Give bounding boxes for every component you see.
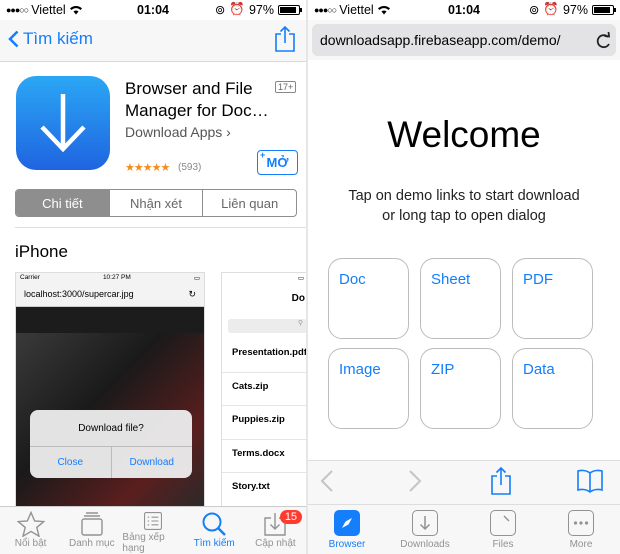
platform-heading: iPhone <box>15 242 68 261</box>
star-icon <box>16 511 45 537</box>
list-icon <box>144 512 162 530</box>
updates-badge: 15 <box>279 510 303 524</box>
lock-rotation-icon: ⊚ <box>528 3 540 17</box>
more-icon <box>568 510 594 536</box>
screenshot-status-bar: ▭ <box>297 275 304 282</box>
dialog-title: Download file? <box>78 422 144 434</box>
address-bar: downloadsapp.firebaseapp.com/demo/ <box>308 20 620 60</box>
browser-screen: ●●●○○ Viettel 01:04 ⊚ ⏰ 97% downloadsapp.fi… <box>308 0 620 554</box>
screenshot-status-bar: Carrier 10:27 PM ▭ <box>16 273 204 283</box>
chevron-right-icon: › <box>222 124 231 140</box>
rating-stars: ★★★★★ <box>125 162 170 174</box>
file-icon <box>490 510 516 536</box>
screenshot-header: Do <box>291 293 305 304</box>
age-rating-badge: 17+ <box>275 81 297 93</box>
download-dialog: Download file? Close Download <box>30 410 192 478</box>
share-button[interactable] <box>490 466 512 501</box>
reload-icon: ↻ <box>188 289 196 299</box>
tab-bar: Browser Downloads Files More <box>308 504 620 554</box>
compass-icon <box>334 510 360 536</box>
segment-related[interactable]: Liên quan <box>202 190 296 216</box>
segment-details[interactable]: Chi tiết <box>16 190 109 216</box>
segment-reviews[interactable]: Nhận xét <box>108 190 203 216</box>
dialog-download-button: Download <box>110 447 193 478</box>
list-item: Cats.zip <box>222 373 306 406</box>
screenshot-url-bar: localhost:3000/supercar.jpg ↻ <box>16 283 204 307</box>
bookmarks-button[interactable] <box>576 469 604 498</box>
welcome-subtitle: Tap on demo links to start download or l… <box>348 188 580 224</box>
tab-search[interactable]: Tìm kiếm <box>184 507 245 554</box>
status-bar: ●●●○○ Viettel 01:04 ⊚ ⏰ 97% <box>0 0 306 20</box>
alarm-icon: ⏰ <box>543 2 559 16</box>
back-button[interactable] <box>320 469 334 498</box>
app-icon <box>16 76 110 170</box>
open-button[interactable]: + MỞ <box>257 150 298 175</box>
image-link[interactable]: Image <box>328 348 409 429</box>
battery-percent: 97% <box>562 2 588 17</box>
list-item: Story.txt <box>222 473 306 507</box>
app-title: Browser and File Manager for Doc… <box>125 79 269 120</box>
battery-icon <box>592 4 616 15</box>
browser-toolbar <box>308 460 620 504</box>
tab-downloads[interactable]: Downloads <box>386 505 464 554</box>
battery-percent: 97% <box>248 2 274 17</box>
zip-link[interactable]: ZIP <box>420 348 501 429</box>
status-bar: ●●●○○ Viettel 01:04 ⊚ ⏰ 97% <box>308 0 620 20</box>
reload-icon <box>596 31 611 49</box>
divider <box>15 227 306 228</box>
search-icon: ⚲ <box>228 319 306 333</box>
search-icon <box>202 512 227 536</box>
data-link[interactable]: Data <box>512 348 593 429</box>
share-button[interactable] <box>274 25 296 58</box>
rating-count: (593) <box>178 162 202 173</box>
tab-bar: Nổi bật Danh mục Bảng xếp hạng Tìm kiếm … <box>0 506 306 554</box>
nav-bar: Tìm kiếm <box>0 20 306 62</box>
segmented-control: Chi tiết Nhận xét Liên quan <box>15 189 297 217</box>
download-icon <box>412 510 438 536</box>
chevron-left-icon <box>320 470 333 492</box>
screenshot-2[interactable]: ▭ Do ⚲ Presentation.pdf Cats.zip Puppies… <box>221 272 306 508</box>
share-icon <box>275 25 295 52</box>
forward-button[interactable] <box>408 469 422 498</box>
url-field[interactable]: downloadsapp.firebaseapp.com/demo/ <box>312 24 616 56</box>
chevron-left-icon <box>8 30 19 48</box>
battery-icon <box>278 4 302 15</box>
alarm-icon: ⏰ <box>229 2 245 16</box>
welcome-heading: Welcome <box>387 114 541 155</box>
categories-icon <box>81 512 103 536</box>
doc-link[interactable]: Doc <box>328 258 409 339</box>
tab-more[interactable]: More <box>542 505 620 554</box>
sheet-link[interactable]: Sheet <box>420 258 501 339</box>
tab-updates[interactable]: Cập nhật 15 <box>245 507 306 554</box>
list-item: Terms.docx <box>222 440 306 473</box>
download-arrow-icon <box>40 94 86 153</box>
chevron-right-icon <box>409 470 422 492</box>
tab-categories[interactable]: Danh mục <box>61 507 122 554</box>
list-item: Presentation.pdf <box>222 339 306 373</box>
screenshot-1[interactable]: Carrier 10:27 PM ▭ localhost:3000/supercar… <box>15 272 205 508</box>
list-item: Puppies.zip <box>222 406 306 440</box>
lock-rotation-icon: ⊚ <box>214 3 226 17</box>
dialog-close-button: Close <box>57 457 84 468</box>
pdf-link[interactable]: PDF <box>512 258 593 339</box>
tab-featured[interactable]: Nổi bật <box>0 507 61 554</box>
tab-browser[interactable]: Browser <box>308 505 386 554</box>
tab-files[interactable]: Files <box>464 505 542 554</box>
developer-link[interactable]: Download Apps › <box>125 124 231 140</box>
plus-icon: + <box>260 150 266 160</box>
book-icon <box>577 469 603 493</box>
reload-button[interactable] <box>592 25 614 60</box>
tab-top-charts[interactable]: Bảng xếp hạng <box>122 507 183 554</box>
back-button[interactable]: Tìm kiếm <box>8 29 93 49</box>
share-icon <box>491 466 511 495</box>
app-store-screen: ●●●○○ Viettel 01:04 ⊚ ⏰ 97% Tìm kiếm Browse… <box>0 0 306 554</box>
